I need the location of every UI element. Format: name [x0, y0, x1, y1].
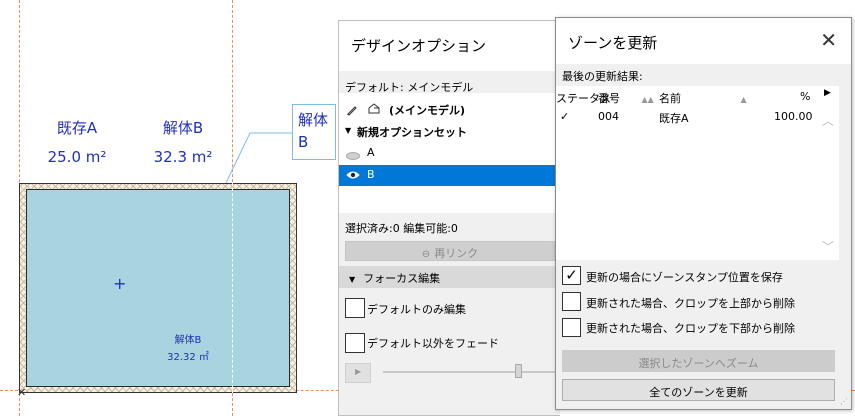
crop-top-checkbox[interactable]: [562, 292, 581, 311]
focus-edit-section[interactable]: ▼ フォーカス編集: [339, 266, 561, 288]
sort-icon: ▲▲: [641, 95, 654, 104]
option-item-b[interactable]: B: [339, 165, 561, 186]
slider-play-button[interactable]: ▶: [345, 363, 371, 383]
column-percent[interactable]: %: [800, 90, 810, 103]
play-icon: ▶: [355, 367, 362, 376]
callout-line-2: B: [298, 133, 309, 151]
sort-icon: ▲: [740, 95, 747, 104]
update-zone-dialog: ゾーンを更新 ✕ 最後の更新結果: ステータス 番号 ▲▲ 名前 ▲ % ✓ 0…: [555, 17, 852, 410]
option-item-a[interactable]: A: [339, 143, 561, 164]
dialog-title: ゾーンを更新: [556, 18, 851, 64]
eye-icon[interactable]: [346, 170, 360, 183]
selection-status: 選択済み:0 編集可能:0: [345, 222, 458, 235]
result-table: ステータス 番号 ▲▲ 名前 ▲ % ✓ 004 既存A 100.00: [556, 86, 817, 260]
fade-slider[interactable]: [383, 371, 561, 373]
collapse-triangle-icon[interactable]: ▼: [345, 126, 351, 135]
app-stage: 既存A 25.0 m² 解体B 32.3 m² + 解体B 32.32 ㎡ ✕ …: [0, 0, 855, 416]
main-model-item[interactable]: (メインモデル): [339, 99, 561, 120]
focus-edit-label: フォーカス編集: [363, 272, 441, 285]
keep-stamp-label: 更新の場合にゾーンスタンプ位置を保存: [586, 271, 783, 284]
option-set-item[interactable]: ▼ 新規オプションセット: [339, 121, 561, 142]
callout-label[interactable]: 解体 B: [292, 104, 336, 160]
row-number: 004: [598, 110, 619, 123]
update-all-zones-button[interactable]: 全てのゾーンを更新: [562, 379, 835, 401]
crop-bottom-checkbox[interactable]: [562, 318, 581, 337]
table-scrollbar[interactable]: ︿ ﹀: [817, 86, 839, 260]
close-icon[interactable]: ✕: [820, 30, 837, 50]
eye-closed-icon[interactable]: [346, 150, 360, 163]
scroll-up-icon[interactable]: ︿: [822, 112, 834, 129]
design-options-palette: デザインオプション デフォルト: メインモデル (メインモデル) ▼ 新規オプシ…: [338, 20, 561, 416]
crop-bottom-label: 更新された場合、クロップを下部から削除: [586, 322, 795, 335]
row-percent: 100.00: [774, 110, 813, 123]
pencil-icon[interactable]: [346, 104, 358, 119]
palette-title: デザインオプション: [339, 21, 560, 71]
column-name-label: 名前: [659, 92, 681, 105]
collapse-triangle-icon[interactable]: ▼: [349, 275, 355, 284]
scroll-down-icon[interactable]: ﹀: [822, 238, 834, 255]
zoom-to-zone-button[interactable]: 選択したゾーンへズーム: [562, 350, 835, 372]
model-icon: [367, 103, 383, 118]
option-set-label: 新規オプションセット: [357, 126, 467, 139]
link-icon: ⊖: [421, 249, 431, 260]
expand-arrow-icon[interactable]: ▶: [824, 88, 831, 98]
relink-label: 再リンク: [434, 247, 479, 260]
callout-line-1: 解体: [298, 111, 329, 129]
keep-stamp-checkbox[interactable]: ✓: [562, 266, 581, 285]
option-a-label: A: [367, 146, 375, 159]
column-name[interactable]: 名前 ▲: [659, 90, 747, 106]
default-only-label: デフォルトのみ編集: [367, 303, 466, 316]
option-b-label: B: [367, 168, 375, 181]
column-number[interactable]: 番号 ▲▲: [598, 90, 654, 106]
fade-others-checkbox[interactable]: [345, 333, 365, 353]
main-model-label: (メインモデル): [389, 104, 466, 117]
crop-top-label: 更新された場合、クロップを上部から削除: [586, 297, 795, 310]
row-status: ✓: [560, 110, 570, 123]
relink-button[interactable]: ⊖ 再リンク: [345, 241, 555, 261]
fade-others-label: デフォルト以外をフェード: [367, 337, 499, 350]
resize-grip-icon[interactable]: ⋰: [840, 397, 848, 406]
column-number-label: 番号: [598, 92, 620, 105]
row-name: 既存A: [659, 112, 689, 125]
last-result-label: 最後の更新結果:: [562, 70, 643, 83]
default-only-checkbox[interactable]: [345, 298, 365, 318]
fade-slider-thumb[interactable]: [515, 364, 522, 378]
option-list: (メインモデル) ▼ 新規オプションセット A B: [339, 93, 561, 213]
